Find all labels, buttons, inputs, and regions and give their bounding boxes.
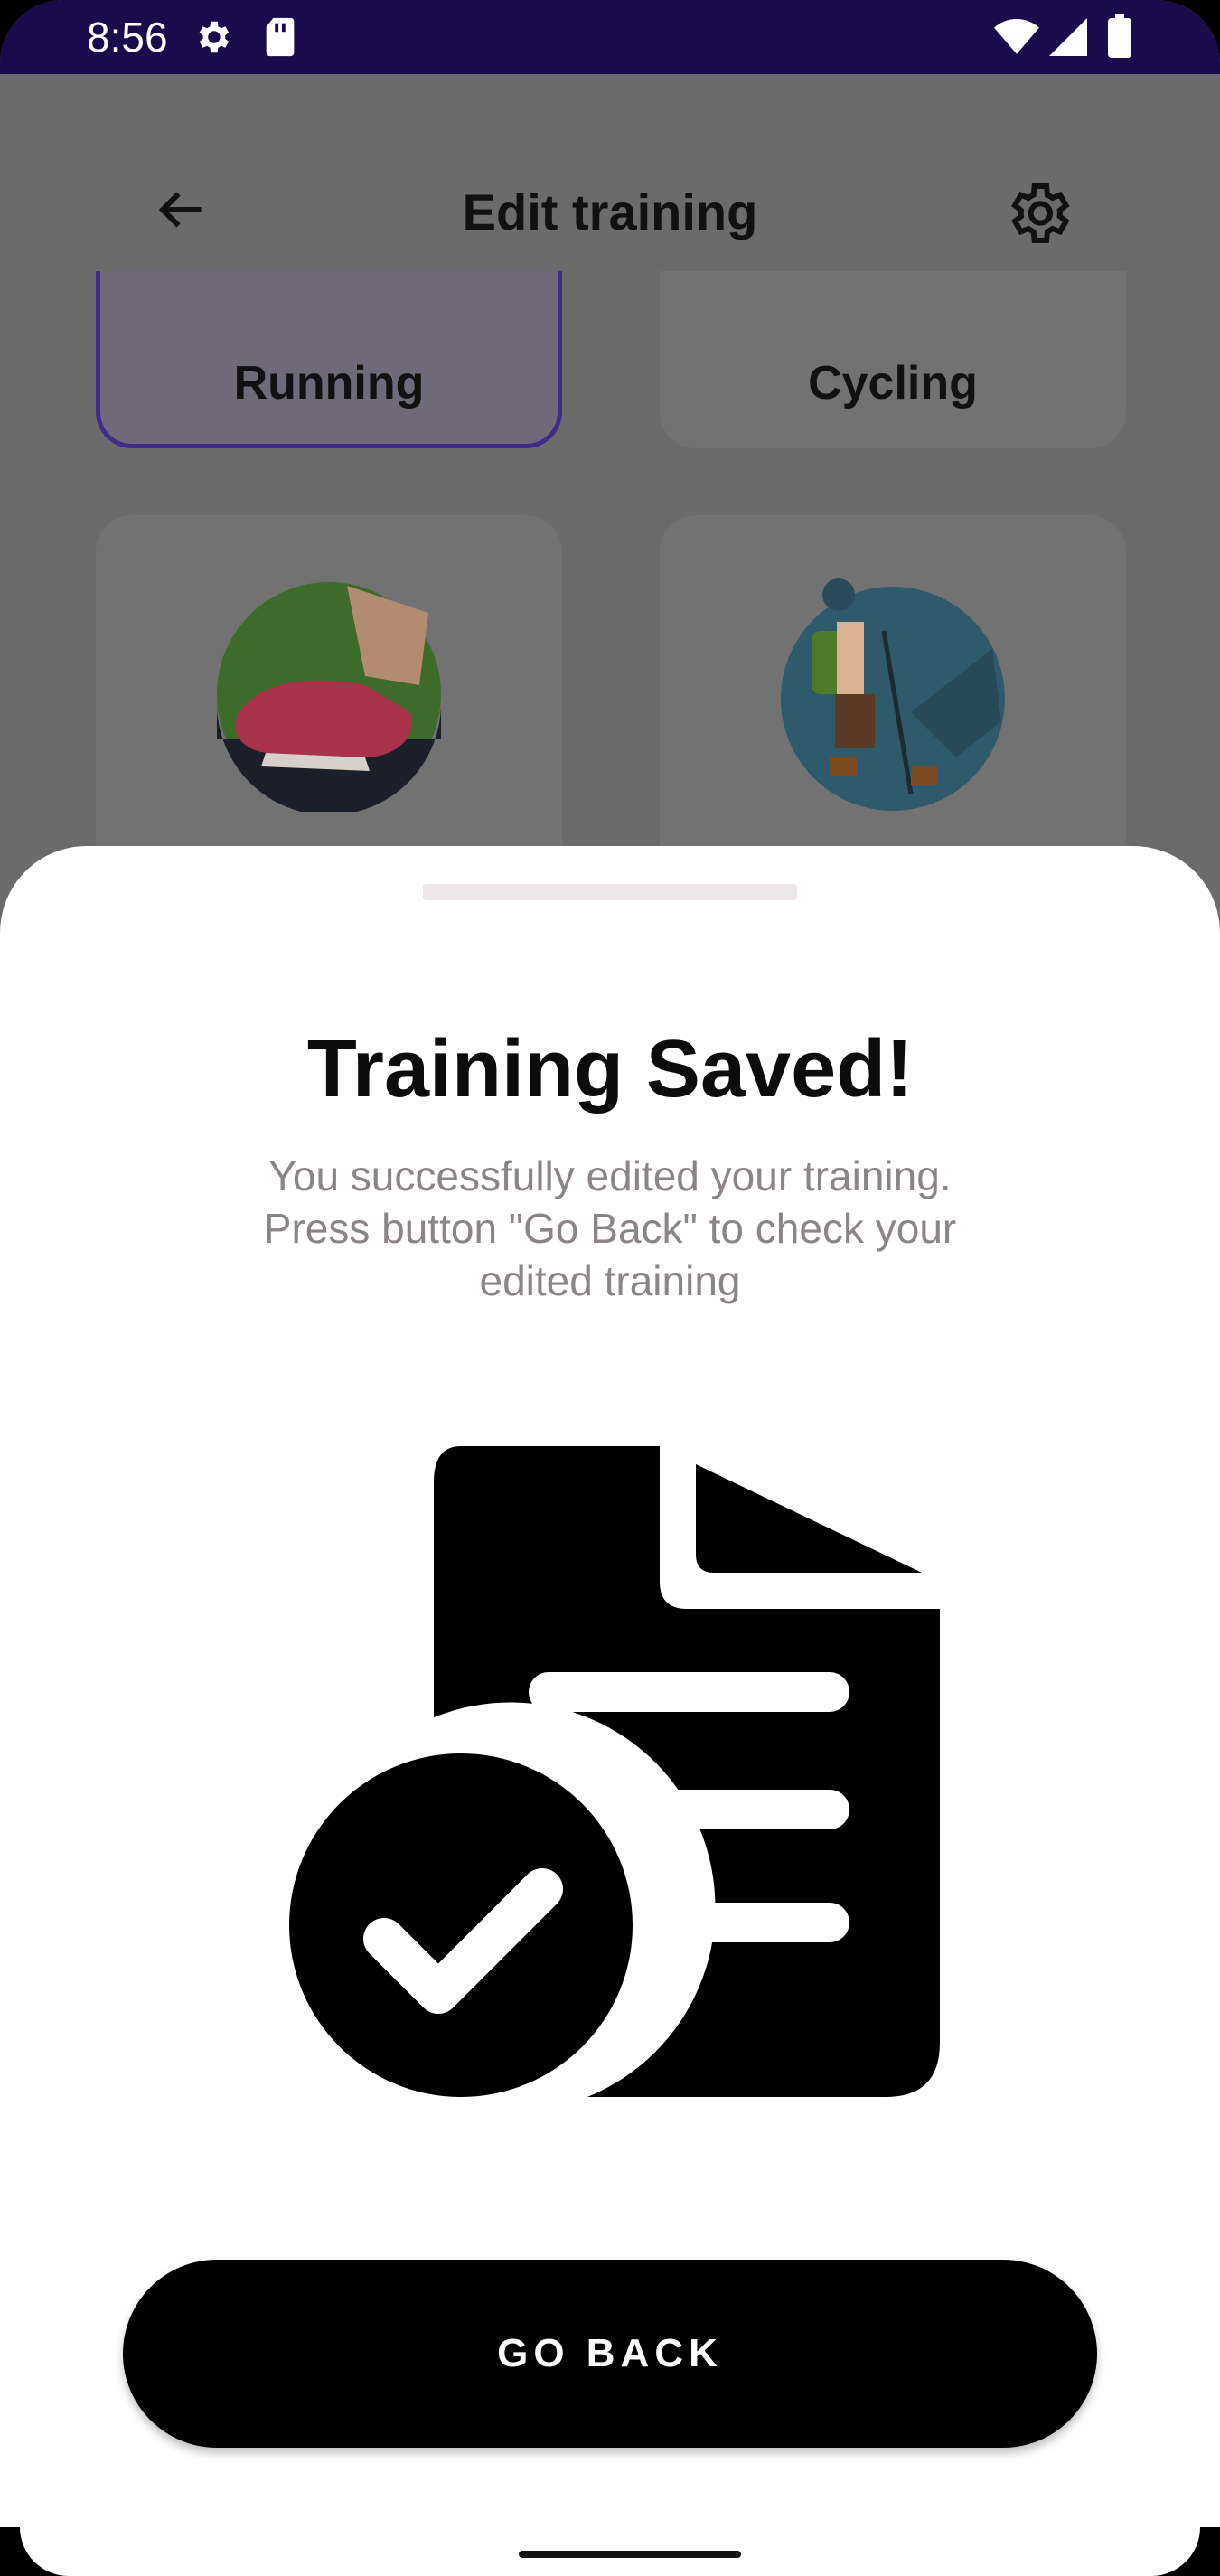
system-nav-bar — [0, 2527, 1220, 2576]
hiker-image — [781, 578, 1005, 811]
sheet-title: Training Saved! — [306, 1024, 914, 1114]
activity-tile-label: Cycling — [808, 357, 978, 409]
signal-icon — [1048, 18, 1088, 61]
activity-tile-cycling[interactable]: Cycling — [660, 271, 1126, 448]
activity-tile-running-image[interactable] — [96, 515, 562, 895]
gear-icon — [192, 16, 233, 62]
success-bottom-sheet: Training Saved! You successfully edited … — [0, 846, 1220, 2527]
document-check-icon — [253, 1446, 940, 2133]
battery-icon — [1108, 14, 1131, 62]
sheet-message-line: Press button "Go Back" to check your — [263, 1205, 957, 1252]
drag-handle[interactable] — [423, 884, 797, 900]
nav-bar-surface — [20, 2527, 1200, 2576]
sheet-message-line: You successfully edited your training. — [268, 1152, 952, 1199]
home-indicator[interactable] — [519, 2551, 741, 2558]
running-shoe-image — [217, 582, 441, 812]
screen: 8:56 Edit training Running Cycling Train… — [0, 0, 1220, 2576]
wifi-icon — [994, 18, 1039, 61]
activity-tile-running[interactable]: Running — [96, 271, 562, 448]
sheet-message: You successfully edited your training. P… — [203, 1150, 1017, 1307]
sd-card-icon — [262, 16, 298, 62]
status-time: 8:56 — [87, 14, 168, 61]
gear-icon[interactable] — [1001, 177, 1074, 254]
activity-tile-hiking-image[interactable] — [660, 515, 1126, 895]
sheet-message-line: edited training — [479, 1257, 741, 1304]
go-back-button[interactable]: GO BACK — [123, 2260, 1097, 2448]
activity-tile-label: Running — [233, 357, 425, 409]
status-bar: 8:56 — [0, 0, 1220, 74]
